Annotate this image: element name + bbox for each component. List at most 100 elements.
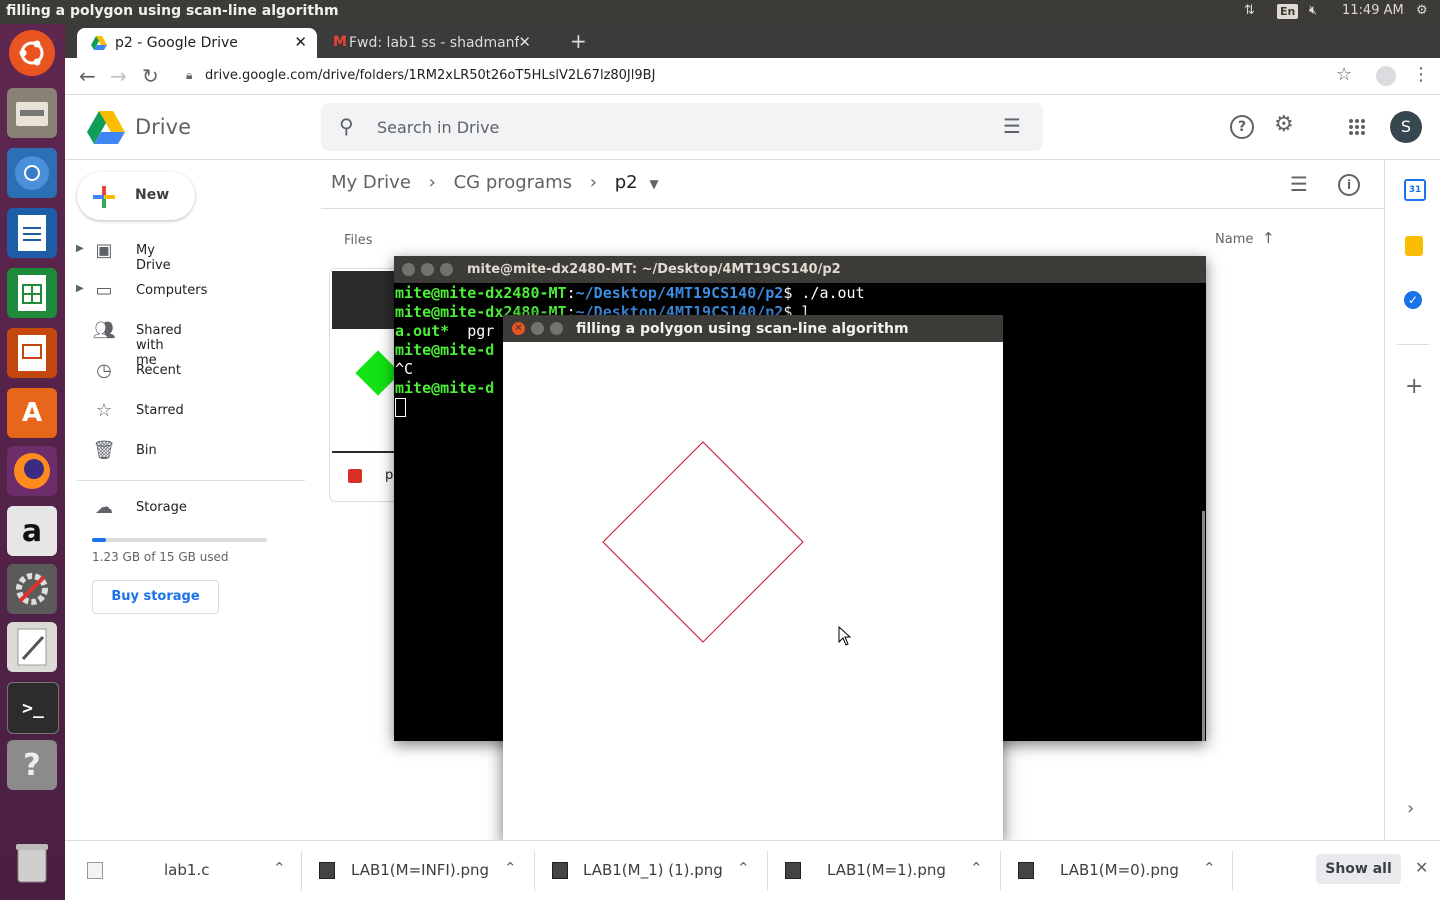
tasks-icon[interactable]: ✓: [1404, 291, 1422, 309]
side-divider: [1397, 344, 1429, 345]
profile-icon[interactable]: [1376, 66, 1396, 86]
sort-arrow-up-icon[interactable]: ↑: [1262, 229, 1275, 247]
forward-icon[interactable]: →: [110, 64, 127, 88]
expand-arrow-icon[interactable]: ▶: [76, 243, 84, 254]
url-field[interactable]: drive.google.com/drive/folders/1RM2xLR50…: [205, 68, 655, 83]
breadcrumb-cg-programs[interactable]: CG programs: [454, 172, 572, 193]
terminal-scrollbar[interactable]: [1202, 511, 1205, 741]
tab-gmail[interactable]: M Fwd: lab1 ss - shadmanfor ✕: [321, 28, 541, 58]
breadcrumb-my-drive[interactable]: My Drive: [331, 172, 411, 193]
nav-label: My Drive: [136, 243, 171, 273]
tab-p2-google-drive[interactable]: p2 - Google Drive ✕: [77, 28, 317, 58]
sort-name-button[interactable]: Name: [1215, 232, 1253, 247]
minimize-icon[interactable]: [421, 263, 434, 276]
close-icon[interactable]: [402, 263, 415, 276]
text-editor-icon[interactable]: [7, 622, 57, 672]
expand-panel-icon[interactable]: ›: [1407, 798, 1414, 819]
image-file-icon: [348, 469, 362, 483]
close-icon[interactable]: ✕: [512, 322, 525, 335]
chevron-up-icon[interactable]: ⌃: [737, 859, 750, 877]
search-input[interactable]: Search in Drive: [377, 118, 499, 137]
download-item[interactable]: LAB1(M=0).png ⌃: [1018, 841, 1228, 901]
drive-favicon-icon: [91, 36, 107, 50]
sidebar-divider: [77, 480, 305, 481]
chevron-up-icon[interactable]: ⌃: [1203, 859, 1216, 877]
calc-icon[interactable]: [7, 268, 57, 318]
network-icon[interactable]: ⇅: [1244, 3, 1255, 18]
close-shelf-icon[interactable]: ✕: [1415, 858, 1428, 877]
software-center-icon[interactable]: A: [7, 388, 57, 438]
system-settings-icon[interactable]: [7, 564, 57, 614]
glut-titlebar[interactable]: ✕ filling a polygon using scan-line algo…: [503, 315, 1003, 342]
download-item[interactable]: LAB1(M_1) (1).png ⌃: [552, 841, 762, 901]
divider: [301, 851, 302, 891]
apps-grid-icon[interactable]: [1348, 118, 1366, 136]
tab-close-icon[interactable]: ✕: [294, 33, 307, 51]
drive-logo-icon[interactable]: [87, 111, 125, 145]
maximize-icon[interactable]: [550, 322, 563, 335]
caret-down-icon[interactable]: ▼: [649, 177, 658, 191]
chrome-menu-icon[interactable]: ⋮: [1412, 64, 1430, 85]
list-view-icon[interactable]: ☰: [1290, 172, 1308, 196]
terminal-icon[interactable]: >_: [7, 682, 59, 734]
breadcrumb-p2[interactable]: p2: [615, 172, 638, 193]
back-icon[interactable]: ←: [79, 64, 96, 88]
top-panel: filling a polygon using scan-line algori…: [0, 0, 1440, 24]
help-icon[interactable]: ?: [7, 740, 57, 790]
volume-muted-icon[interactable]: 🔇︎: [1309, 3, 1317, 18]
download-item[interactable]: LAB1(M=1).png ⌃: [785, 841, 995, 901]
prompt-user: mite@mite-d: [395, 379, 495, 397]
nav-label: Shared with me: [136, 323, 182, 368]
firefox-icon[interactable]: [7, 446, 57, 496]
chevron-up-icon[interactable]: ⌃: [970, 859, 983, 877]
clock[interactable]: 11:49 AM: [1342, 3, 1404, 18]
writer-icon[interactable]: [7, 208, 57, 258]
keyboard-indicator[interactable]: En: [1277, 4, 1299, 19]
minimize-icon[interactable]: [531, 322, 544, 335]
ubuntu-dash-icon[interactable]: [9, 30, 55, 76]
chromium-icon[interactable]: [7, 148, 57, 198]
chevron-right-icon: ›: [589, 172, 597, 193]
glut-canvas[interactable]: [503, 342, 1003, 842]
settings-gear-icon[interactable]: ⚙: [1274, 112, 1294, 137]
buy-storage-button[interactable]: Buy storage: [92, 580, 219, 614]
output-text: ^C: [395, 360, 414, 378]
info-icon[interactable]: i: [1338, 174, 1360, 196]
chevron-up-icon[interactable]: ⌃: [273, 859, 286, 877]
add-addon-icon[interactable]: +: [1405, 374, 1423, 399]
tab-close-icon[interactable]: ✕: [518, 33, 531, 51]
amazon-icon[interactable]: a: [7, 506, 57, 556]
tab-label: p2 - Google Drive: [115, 35, 238, 51]
side-panel: 31 ✓ + ›: [1384, 160, 1440, 840]
search-icon[interactable]: ⚲: [339, 114, 354, 138]
new-tab-icon[interactable]: +: [570, 29, 587, 53]
show-all-button[interactable]: Show all: [1316, 854, 1401, 884]
drive-header: Drive ⚲ Search in Drive ☰ ? ⚙ S: [65, 95, 1440, 160]
reload-icon[interactable]: ↻: [142, 64, 159, 88]
lock-icon[interactable]: 🔒︎: [186, 68, 192, 83]
help-circle-icon[interactable]: ?: [1230, 115, 1254, 139]
keep-icon[interactable]: [1405, 236, 1423, 256]
glut-window-title: filling a polygon using scan-line algori…: [576, 321, 909, 337]
new-button[interactable]: New: [77, 172, 195, 220]
search-bar[interactable]: ⚲ Search in Drive ☰: [321, 103, 1043, 151]
drive-logo-text[interactable]: Drive: [135, 115, 191, 139]
terminal-titlebar[interactable]: mite@mite-dx2480-MT: ~/Desktop/4MT19CS14…: [394, 256, 1206, 283]
calendar-icon[interactable]: 31: [1404, 179, 1426, 201]
files-icon[interactable]: [7, 88, 57, 138]
download-name: LAB1(M_1) (1).png: [583, 861, 723, 879]
download-item[interactable]: LAB1(M=INFI).png ⌃: [319, 841, 529, 901]
header-divider: [321, 208, 1384, 209]
download-item[interactable]: lab1.c ⌃: [87, 841, 297, 901]
bookmark-star-icon[interactable]: ☆: [1336, 64, 1352, 85]
maximize-icon[interactable]: [440, 263, 453, 276]
impress-icon[interactable]: [7, 328, 57, 378]
chevron-up-icon[interactable]: ⌃: [504, 859, 517, 877]
glut-window[interactable]: ✕ filling a polygon using scan-line algo…: [503, 315, 1003, 842]
power-gear-icon[interactable]: ⚙: [1416, 3, 1428, 18]
download-name: LAB1(M=0).png: [1060, 861, 1179, 879]
account-avatar[interactable]: S: [1390, 111, 1422, 143]
trash-icon[interactable]: [7, 838, 57, 888]
search-options-icon[interactable]: ☰: [1003, 114, 1021, 138]
expand-arrow-icon[interactable]: ▶: [76, 283, 84, 294]
